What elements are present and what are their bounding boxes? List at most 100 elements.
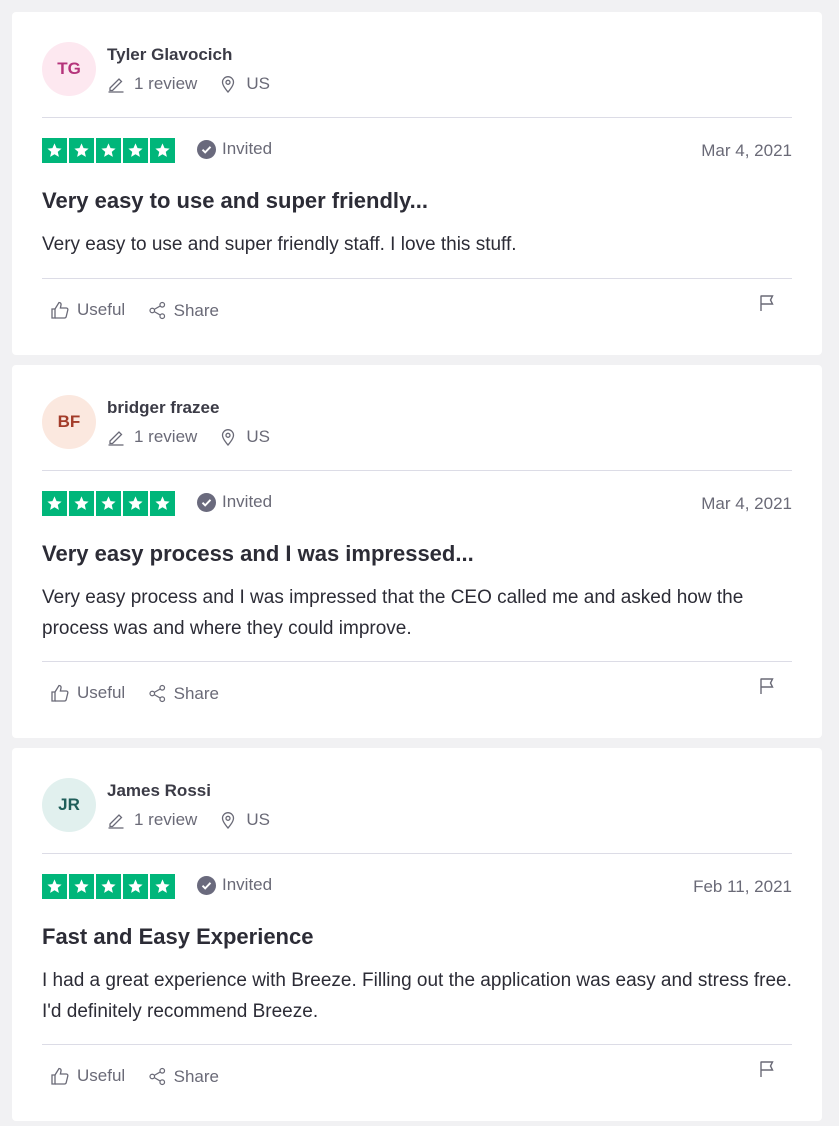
share-icon xyxy=(149,301,165,320)
review-actions: Useful Share xyxy=(50,295,794,326)
star-icon xyxy=(69,491,94,516)
share-label: Share xyxy=(173,683,220,703)
reviewer-header: JR James Rossi 1 review US xyxy=(42,778,792,834)
pencil-icon xyxy=(108,78,124,93)
reviewer-name[interactable]: James Rossi xyxy=(107,781,211,801)
check-circle-icon xyxy=(197,875,216,895)
star-icon xyxy=(42,874,67,899)
review-count: 1 review xyxy=(107,810,197,830)
review-body: I had a great experience with Breeze. Fi… xyxy=(42,970,792,1022)
star-icon xyxy=(150,138,175,163)
divider xyxy=(42,661,792,662)
star-icon xyxy=(123,491,148,516)
reviewer-location: US xyxy=(219,74,270,94)
country-label: US xyxy=(246,810,270,829)
invited-badge[interactable]: Invited xyxy=(197,875,272,895)
country-label: US xyxy=(246,427,270,446)
review-count-label: 1 review xyxy=(134,427,198,446)
reviewer-meta: 1 review US xyxy=(107,73,292,95)
review-date: Mar 4, 2021 xyxy=(701,141,792,160)
reviewer-name[interactable]: bridger frazee xyxy=(107,398,219,418)
rating-row: Invited Feb 11, 2021 xyxy=(42,874,792,900)
avatar-initials: JR xyxy=(58,795,80,814)
divider xyxy=(42,853,792,854)
map-pin-icon xyxy=(222,429,235,446)
star-icon xyxy=(96,138,121,163)
star-rating xyxy=(42,874,177,899)
avatar[interactable]: TG xyxy=(42,42,96,96)
star-icon xyxy=(69,874,94,899)
reviewer-header: BF bridger frazee 1 review US xyxy=(42,395,792,451)
invited-badge[interactable]: Invited xyxy=(197,139,272,159)
divider xyxy=(42,470,792,471)
review-actions: Useful Share xyxy=(50,678,794,709)
star-icon xyxy=(123,138,148,163)
share-label: Share xyxy=(173,300,220,320)
review-count-label: 1 review xyxy=(134,810,198,829)
share-button[interactable]: Share xyxy=(148,684,219,704)
review-body: Very easy to use and super friendly staf… xyxy=(42,234,517,255)
review-date: Mar 4, 2021 xyxy=(701,494,792,513)
invited-label: Invited xyxy=(222,875,273,894)
pencil-icon xyxy=(108,431,124,446)
check-circle-icon xyxy=(197,139,216,159)
flag-icon xyxy=(760,678,774,694)
review-title[interactable]: Fast and Easy Experience xyxy=(42,924,792,950)
star-icon xyxy=(123,874,148,899)
divider xyxy=(42,1044,792,1045)
star-icon xyxy=(150,874,175,899)
avatar-initials: TG xyxy=(57,59,81,78)
star-icon xyxy=(96,874,121,899)
reviewer-location: US xyxy=(219,810,270,830)
star-icon xyxy=(96,491,121,516)
useful-button[interactable]: Useful xyxy=(50,683,125,703)
thumbs-up-icon xyxy=(51,684,69,702)
avatar[interactable]: BF xyxy=(42,395,96,449)
share-button[interactable]: Share xyxy=(148,301,219,321)
pencil-icon xyxy=(108,814,124,829)
reviewer-header: TG Tyler Glavocich 1 review US xyxy=(42,42,792,98)
review-card: JR James Rossi 1 review US Invited Feb 1… xyxy=(12,748,822,1121)
share-button[interactable]: Share xyxy=(148,1067,219,1087)
useful-button[interactable]: Useful xyxy=(50,300,125,320)
reviewer-name[interactable]: Tyler Glavocich xyxy=(107,45,232,65)
report-button[interactable] xyxy=(758,677,776,700)
useful-label: Useful xyxy=(77,683,126,702)
report-button[interactable] xyxy=(758,294,776,317)
review-title[interactable]: Very easy process and I was impressed... xyxy=(42,541,792,567)
review-count: 1 review xyxy=(107,427,197,447)
reviewer-meta: 1 review US xyxy=(107,426,292,448)
avatar-initials: BF xyxy=(57,412,81,431)
review-title[interactable]: Very easy to use and super friendly... xyxy=(42,188,792,214)
review-count-label: 1 review xyxy=(134,74,198,93)
invited-label: Invited xyxy=(222,139,273,158)
country-label: US xyxy=(246,74,270,93)
useful-label: Useful xyxy=(77,300,126,319)
rating-row: Invited Mar 4, 2021 xyxy=(42,138,792,164)
review-count: 1 review xyxy=(107,74,197,94)
review-body: Very easy process and I was impressed th… xyxy=(42,587,744,639)
review-card: BF bridger frazee 1 review US Invited Ma… xyxy=(12,365,822,738)
report-button[interactable] xyxy=(758,1060,776,1083)
thumbs-up-icon xyxy=(51,301,69,319)
invited-label: Invited xyxy=(222,492,273,511)
share-label: Share xyxy=(173,1066,220,1086)
star-rating xyxy=(42,491,177,516)
star-icon xyxy=(42,491,67,516)
rating-row: Invited Mar 4, 2021 xyxy=(42,491,792,517)
star-icon xyxy=(42,138,67,163)
reviewer-location: US xyxy=(219,427,270,447)
share-icon xyxy=(149,1067,165,1086)
review-date: Feb 11, 2021 xyxy=(693,877,792,896)
check-circle-icon xyxy=(197,492,216,512)
review-card: TG Tyler Glavocich 1 review US Invited M… xyxy=(12,12,822,355)
review-actions: Useful Share xyxy=(50,1061,794,1092)
star-icon xyxy=(69,138,94,163)
divider xyxy=(42,278,792,279)
divider xyxy=(42,117,792,118)
avatar[interactable]: JR xyxy=(42,778,96,832)
star-icon xyxy=(150,491,175,516)
reviewer-meta: 1 review US xyxy=(107,809,292,831)
invited-badge[interactable]: Invited xyxy=(197,492,272,512)
useful-button[interactable]: Useful xyxy=(50,1066,125,1086)
